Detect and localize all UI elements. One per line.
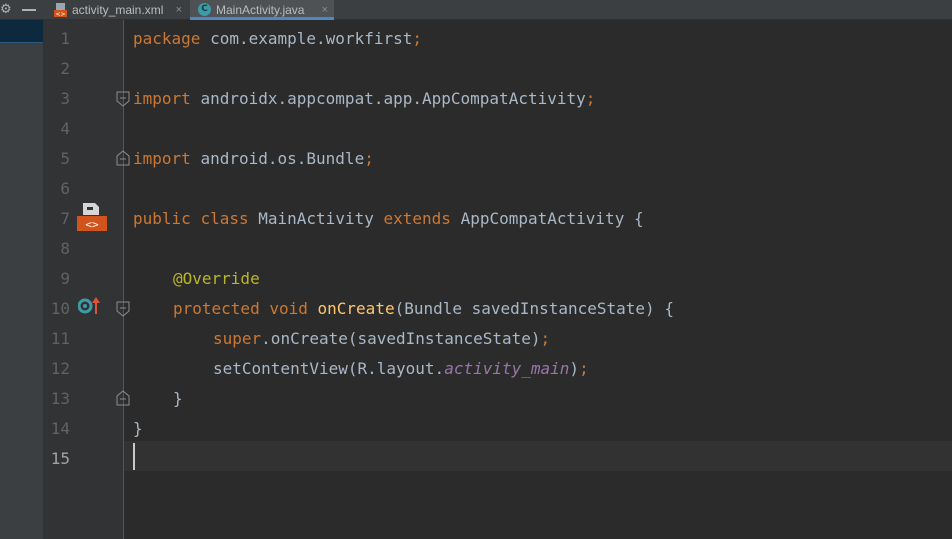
line-number: 11 <box>50 329 70 348</box>
svg-text:<>: <> <box>85 218 99 231</box>
package-name: com.example.workfirst <box>210 29 413 48</box>
code-line[interactable]: super.onCreate(savedInstanceState); <box>213 324 550 354</box>
line-number: 13 <box>50 389 70 408</box>
fold-toggle-icon[interactable] <box>116 301 130 317</box>
keyword: void <box>269 299 308 318</box>
text-caret <box>133 443 135 470</box>
fold-toggle-icon[interactable] <box>116 390 130 406</box>
code-line[interactable]: package com.example.workfirst; <box>133 24 422 54</box>
code-line[interactable]: } <box>173 384 183 414</box>
import-path: android.os.Bundle <box>200 149 365 168</box>
keyword: super <box>213 329 262 348</box>
semicolon: ; <box>585 89 596 108</box>
xml-layout-file-icon: <> <box>54 3 67 17</box>
code-line[interactable]: public class MainActivity extends AppCom… <box>133 204 644 234</box>
parameters: (Bundle savedInstanceState) <box>394 299 655 318</box>
line-number: 6 <box>60 179 70 198</box>
override-method-icon[interactable] <box>78 296 102 316</box>
method-call: setContentView(R.layout. <box>213 359 445 378</box>
line-number: 5 <box>60 149 70 168</box>
layout-editor-icon[interactable]: <> <box>77 203 107 231</box>
hide-panel-icon[interactable] <box>22 9 36 11</box>
semicolon: ; <box>540 329 551 348</box>
semicolon: ; <box>412 29 423 48</box>
import-path: androidx.appcompat.app.AppCompatActivity <box>200 89 586 108</box>
semicolon: ; <box>579 359 589 378</box>
java-class-file-icon: C <box>198 3 211 16</box>
line-number: 12 <box>50 359 70 378</box>
code-line[interactable]: setContentView(R.layout.activity_main); <box>213 354 589 384</box>
current-line-highlight <box>124 441 952 471</box>
method-name: onCreate <box>317 299 395 318</box>
fold-toggle-icon[interactable] <box>116 150 130 166</box>
line-number: 3 <box>60 89 70 108</box>
tab-label: activity_main.xml <box>72 3 164 17</box>
fold-toggle-icon[interactable] <box>116 91 130 107</box>
method-call: .onCreate(savedInstanceState) <box>261 329 541 348</box>
paren: ) <box>569 359 580 378</box>
close-icon[interactable]: × <box>176 0 182 20</box>
gear-icon[interactable]: ⚙ <box>0 0 12 20</box>
keyword: protected <box>173 299 260 318</box>
brace: } <box>133 419 143 438</box>
code-line[interactable]: protected void onCreate(Bundle savedInst… <box>173 294 674 324</box>
static-field: activity_main <box>444 359 570 378</box>
brace: { <box>633 209 644 228</box>
class-name: MainActivity <box>258 209 374 228</box>
brace: } <box>173 389 183 408</box>
code-line[interactable]: import android.os.Bundle; <box>133 144 374 174</box>
line-number: 4 <box>60 119 70 138</box>
line-number: 7 <box>60 209 70 228</box>
annotation: @Override <box>173 269 260 288</box>
project-panel-strip <box>0 20 44 539</box>
keyword: package <box>133 29 201 48</box>
tab-activity-main-xml[interactable]: <> activity_main.xml × <box>46 0 188 20</box>
close-icon[interactable]: × <box>322 0 328 20</box>
editor-tab-bar: ⚙ <> activity_main.xml × C MainActivity.… <box>0 0 952 20</box>
code-line[interactable]: } <box>133 414 143 444</box>
line-number: 9 <box>60 269 70 288</box>
line-number: 1 <box>60 29 70 48</box>
selected-project-row[interactable] <box>0 20 43 43</box>
brace: { <box>664 299 674 318</box>
tab-mainactivity-java[interactable]: C MainActivity.java × <box>190 0 334 20</box>
keyword: import <box>133 149 191 168</box>
keyword: public <box>133 209 191 228</box>
code-line[interactable]: @Override <box>173 264 260 294</box>
line-number-current: 15 <box>50 449 70 468</box>
keyword: class <box>200 209 249 228</box>
line-number: 2 <box>60 59 70 78</box>
line-number: 10 <box>50 299 70 318</box>
code-line[interactable]: import androidx.appcompat.app.AppCompatA… <box>133 84 595 114</box>
keyword: import <box>133 89 191 108</box>
svg-text:<>: <> <box>55 11 65 17</box>
keyword: extends <box>383 209 451 228</box>
tab-label: MainActivity.java <box>216 3 305 17</box>
ide-editor-window: { "tabs": [ {"label": "activity_main.xml… <box>0 0 952 539</box>
parent-class: AppCompatActivity <box>460 209 625 228</box>
line-number: 8 <box>60 239 70 258</box>
semicolon: ; <box>364 149 374 168</box>
line-number: 14 <box>50 419 70 438</box>
